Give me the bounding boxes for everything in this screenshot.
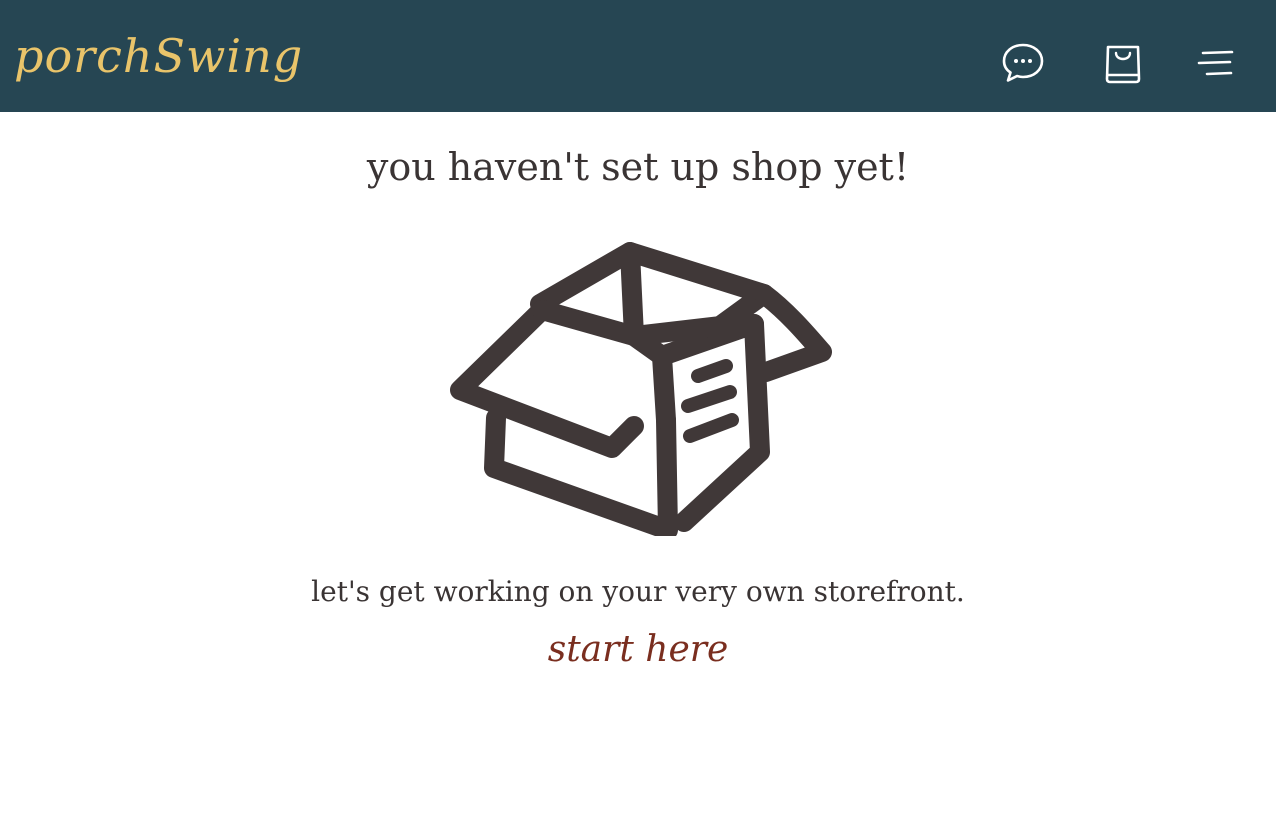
menu-button[interactable] <box>1188 36 1242 90</box>
top-navigation-bar: porchSwing <box>0 0 1276 112</box>
menu-icon <box>1195 47 1235 79</box>
page-title: you haven't set up shop yet! <box>366 145 910 189</box>
chat-bubble-icon <box>1001 41 1045 85</box>
messages-button[interactable] <box>996 36 1050 90</box>
storefront-prompt: let's get working on your very own store… <box>311 575 965 608</box>
empty-shop-content: you haven't set up shop yet! let's get w… <box>0 112 1276 831</box>
start-here-link[interactable]: start here <box>0 622 1276 678</box>
shopping-bag-button[interactable] <box>1096 36 1150 90</box>
open-box-icon <box>448 242 832 540</box>
shopping-bag-icon <box>1103 41 1143 85</box>
open-box-illustration <box>448 240 832 540</box>
site-logo[interactable]: porchSwing <box>14 26 303 86</box>
